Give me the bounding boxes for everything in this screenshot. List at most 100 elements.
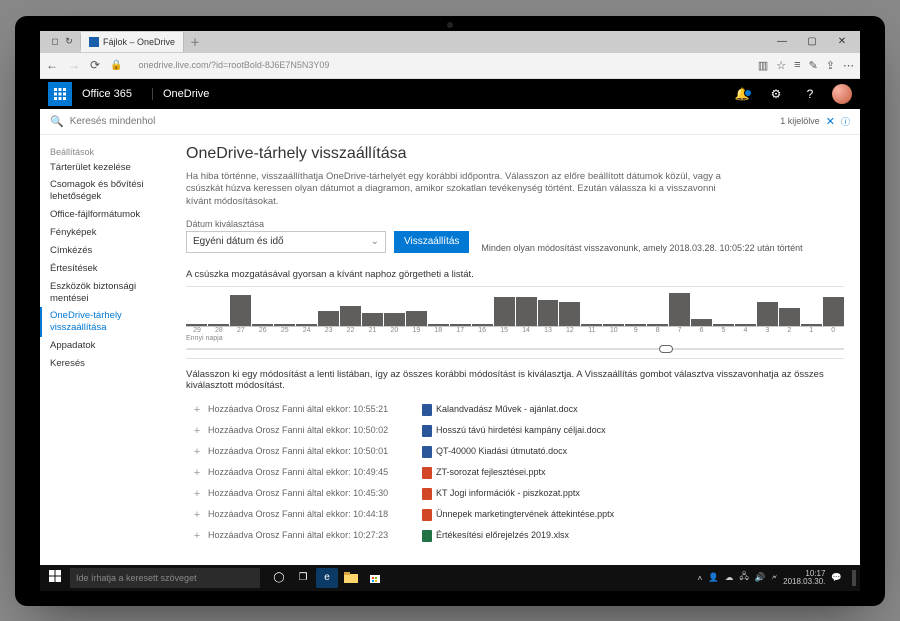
suite-header: Office 365 OneDrive 🔔 ⚙ ? xyxy=(40,79,860,109)
chevron-down-icon: ⌄ xyxy=(371,236,379,247)
modification-row[interactable]: +Hozzáadva Orosz Fanni által ekkor: 10:4… xyxy=(186,485,844,506)
people-icon[interactable]: 👤 xyxy=(708,572,719,583)
modification-meta: Hozzáadva Orosz Fanni által ekkor: 10:50… xyxy=(208,446,418,461)
battery-icon[interactable]: 🗲 xyxy=(771,572,777,583)
expand-icon[interactable]: + xyxy=(186,530,208,545)
sidebar-item[interactable]: Tárterület kezelése xyxy=(40,159,170,177)
modification-file: Értékesítési előrejelzés 2019.xlsx xyxy=(436,530,844,545)
expand-icon[interactable]: + xyxy=(186,488,208,503)
modification-meta: Hozzáadva Orosz Fanni által ekkor: 10:49… xyxy=(208,467,418,482)
chart-bar xyxy=(450,324,471,326)
new-tab-button[interactable]: ＋ xyxy=(184,34,206,49)
chart-bar xyxy=(318,311,339,326)
reading-icon[interactable]: ▥ xyxy=(758,59,768,72)
suite-brand[interactable]: Office 365 xyxy=(82,88,142,100)
browser-tab[interactable]: Fájlok – OneDrive xyxy=(81,32,184,52)
tray-up-icon[interactable]: ˄ xyxy=(697,573,702,583)
slider-hint: A csúszka mozgatásával gyorsan a kívánt … xyxy=(186,269,844,280)
favorite-icon[interactable]: ☆ xyxy=(776,59,786,72)
file-type-icon xyxy=(422,509,432,521)
suite-app-name[interactable]: OneDrive xyxy=(152,88,209,100)
notifications-icon[interactable]: 🔔 xyxy=(730,87,754,101)
taskbar-clock[interactable]: 10:17 2018.03.30. xyxy=(783,570,825,586)
nav-reload-icon[interactable]: ⟳ xyxy=(90,58,100,72)
modification-row[interactable]: +Hozzáadva Orosz Fanni által ekkor: 10:5… xyxy=(186,422,844,443)
chart-bar xyxy=(186,324,207,326)
window-maximize[interactable]: ▢ xyxy=(798,36,826,47)
avatar[interactable] xyxy=(832,84,852,104)
chart-bar xyxy=(516,297,537,326)
chart-bar xyxy=(603,324,624,326)
more-icon[interactable]: ⋯ xyxy=(843,59,854,72)
chart-bar xyxy=(384,313,405,326)
modification-row[interactable]: +Hozzáadva Orosz Fanni által ekkor: 10:5… xyxy=(186,443,844,464)
cortana-icon[interactable]: ◯ xyxy=(268,568,290,588)
chart-bar xyxy=(669,293,690,326)
sidebar-item[interactable]: Keresés xyxy=(40,355,170,373)
tab-back-icon[interactable]: ◻ xyxy=(50,36,60,47)
task-view-icon[interactable]: ❐ xyxy=(292,568,314,588)
expand-icon[interactable]: + xyxy=(186,509,208,524)
date-select[interactable]: Egyéni dátum és idő ⌄ xyxy=(186,231,386,253)
sidebar-item[interactable]: Office-fájlformátumok xyxy=(40,206,170,224)
clear-selection-icon[interactable]: ✕ xyxy=(826,115,835,128)
modification-meta: Hozzáadva Orosz Fanni által ekkor: 10:44… xyxy=(208,509,418,524)
slider-thumb[interactable] xyxy=(659,345,673,353)
volume-icon[interactable]: 🔊 xyxy=(755,572,766,583)
onedrive-tray-icon[interactable]: ☁ xyxy=(725,572,734,583)
share-icon[interactable]: ⇪ xyxy=(826,59,835,72)
expand-icon[interactable]: + xyxy=(186,425,208,440)
action-center-icon[interactable]: 💬 xyxy=(831,572,842,583)
expand-icon[interactable]: + xyxy=(186,467,208,482)
sidebar-item[interactable]: Appadatok xyxy=(40,337,170,355)
info-icon[interactable]: ⓘ xyxy=(841,115,850,128)
modification-row[interactable]: +Hozzáadva Orosz Fanni által ekkor: 10:4… xyxy=(186,464,844,485)
chart-bar xyxy=(625,324,646,326)
chart-bar xyxy=(735,324,756,326)
file-type-icon xyxy=(422,530,432,542)
restore-button[interactable]: Visszaállítás xyxy=(394,231,469,253)
start-button[interactable] xyxy=(44,570,66,585)
chart-bar xyxy=(472,324,493,326)
modification-meta: Hozzáadva Orosz Fanni által ekkor: 10:27… xyxy=(208,530,418,545)
chart-bar xyxy=(581,324,602,326)
taskbar-search[interactable]: Ide írhatja a keresett szöveget xyxy=(70,568,260,588)
help-icon[interactable]: ? xyxy=(798,87,822,101)
chart-bar xyxy=(823,297,844,326)
chart-bar xyxy=(230,295,251,326)
app-launcher-icon[interactable] xyxy=(48,82,72,106)
modification-meta: Hozzáadva Orosz Fanni által ekkor: 10:50… xyxy=(208,425,418,440)
time-slider[interactable] xyxy=(186,348,844,350)
modification-row[interactable]: +Hozzáadva Orosz Fanni által ekkor: 10:5… xyxy=(186,401,844,422)
window-minimize[interactable]: — xyxy=(768,36,796,47)
sidebar-item[interactable]: OneDrive-tárhely visszaállítása xyxy=(40,307,170,337)
sidebar-item[interactable]: Értesítések xyxy=(40,260,170,278)
settings-sidebar: Beállítások Tárterület kezeléseCsomagok … xyxy=(40,135,170,565)
modification-row[interactable]: +Hozzáadva Orosz Fanni által ekkor: 10:4… xyxy=(186,506,844,527)
sidebar-item[interactable]: Fényképek xyxy=(40,224,170,242)
chart-bar xyxy=(538,300,559,326)
edge-icon[interactable]: e xyxy=(316,568,338,588)
network-icon[interactable]: 🖧 xyxy=(739,571,748,585)
nav-forward-icon[interactable]: → xyxy=(68,58,80,72)
search-icon: 🔍 xyxy=(50,115,64,128)
notes-icon[interactable]: ✎ xyxy=(809,59,818,72)
sidebar-item[interactable]: Csomagok és bővítési lehetőségek xyxy=(40,176,170,206)
search-input[interactable] xyxy=(70,116,781,127)
store-icon[interactable] xyxy=(364,568,386,588)
modification-row[interactable]: +Hozzáadva Orosz Fanni által ekkor: 10:2… xyxy=(186,527,844,548)
show-desktop[interactable] xyxy=(852,570,856,586)
sidebar-item[interactable]: Címkézés xyxy=(40,242,170,260)
expand-icon[interactable]: + xyxy=(186,404,208,419)
file-explorer-icon[interactable] xyxy=(340,568,362,588)
tab-recent-icon[interactable]: ↻ xyxy=(64,36,74,47)
window-close[interactable]: ✕ xyxy=(828,36,856,47)
file-type-icon xyxy=(422,446,432,458)
expand-icon[interactable]: + xyxy=(186,446,208,461)
page-title: OneDrive-tárhely visszaállítása xyxy=(186,145,844,163)
nav-back-icon[interactable]: ← xyxy=(46,58,58,72)
settings-icon[interactable]: ⚙ xyxy=(764,87,788,101)
hub-icon[interactable]: ≡ xyxy=(794,59,800,72)
sidebar-item[interactable]: Eszközök biztonsági mentései xyxy=(40,278,170,308)
url-text[interactable]: onedrive.live.com/?id=rootBold-8J6E7N5N3… xyxy=(133,60,748,70)
